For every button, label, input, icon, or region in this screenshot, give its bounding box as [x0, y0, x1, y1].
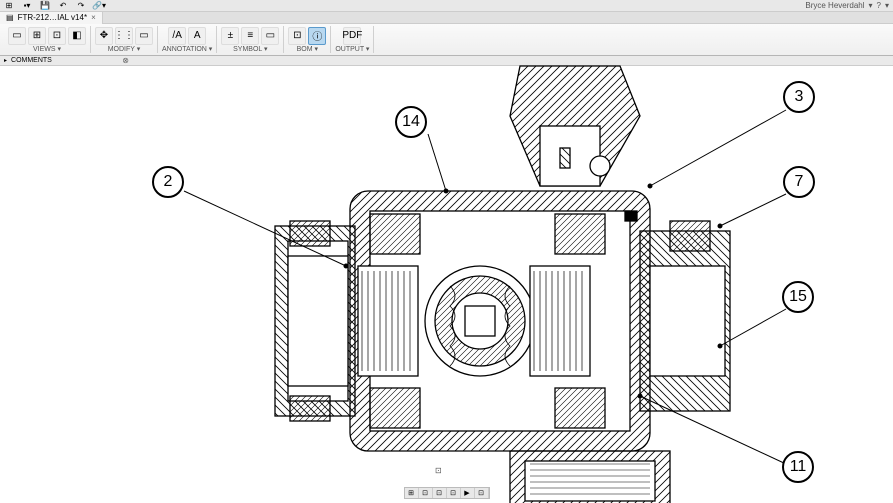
ribbon-button[interactable]: ✥	[95, 27, 113, 45]
redo-icon[interactable]: ↷	[76, 1, 86, 11]
drawing-canvas[interactable]: 142371511 ⊡ ⊞⊡⊡⊡▶⊡	[0, 66, 893, 503]
balloon-14[interactable]: 14	[395, 106, 427, 138]
view-control-button[interactable]: ⊞	[405, 488, 419, 498]
ribbon-button[interactable]: ▭	[8, 27, 26, 45]
ribbon-group-annotation: /AAANNOTATION ▾	[158, 26, 217, 53]
ribbon: ▭⊞⊡◧VIEWS ▾✥⋮⋮▭MODIFY ▾/AAANNOTATION ▾±≡…	[0, 24, 893, 56]
save-icon[interactable]: 💾	[40, 1, 50, 11]
ribbon-button[interactable]: A	[188, 27, 206, 45]
ribbon-group-modify: ✥⋮⋮▭MODIFY ▾	[91, 26, 158, 53]
ribbon-button[interactable]: ⓘ	[308, 27, 326, 45]
undo-icon[interactable]: ↶	[58, 1, 68, 11]
ribbon-button[interactable]: ≡	[241, 27, 259, 45]
ribbon-group-label[interactable]: VIEWS ▾	[33, 45, 61, 53]
ribbon-button[interactable]: PDF	[343, 27, 361, 45]
ribbon-group-label[interactable]: SYMBOL ▾	[233, 45, 267, 53]
balloon-3[interactable]: 3	[783, 81, 815, 113]
ribbon-button[interactable]: /A	[168, 27, 186, 45]
ribbon-group-label[interactable]: BOM ▾	[297, 45, 318, 53]
ribbon-group-bom: ⊡ⓘBOM ▾	[284, 26, 331, 53]
ribbon-button[interactable]: ±	[221, 27, 239, 45]
comments-label: COMMENTS	[11, 57, 52, 64]
link-icon[interactable]: 🔗▾	[94, 1, 104, 11]
comments-bar[interactable]: ▸ COMMENTS ⊗	[0, 56, 893, 66]
balloon-7[interactable]: 7	[783, 166, 815, 198]
view-control-button[interactable]: ⊡	[447, 488, 461, 498]
comments-toggle-icon[interactable]: ▸	[4, 57, 7, 64]
tab-close-icon[interactable]: ×	[91, 13, 96, 22]
balloon-15[interactable]: 15	[782, 281, 814, 313]
ribbon-button[interactable]: ▭	[135, 27, 153, 45]
ribbon-group-label[interactable]: OUTPUT ▾	[335, 45, 369, 53]
user-dropdown-icon[interactable]: ▾	[869, 1, 873, 10]
ribbon-group-symbol: ±≡▭SYMBOL ▾	[217, 26, 284, 53]
balloon-2[interactable]: 2	[152, 166, 184, 198]
view-control-button[interactable]: ▶	[461, 488, 475, 498]
view-control-button[interactable]: ⊡	[433, 488, 447, 498]
ribbon-group-views: ▭⊞⊡◧ VIEWS ▾	[4, 26, 91, 53]
bottom-toolbar: ⊞⊡⊡⊡▶⊡	[404, 487, 490, 499]
titlebar: ⊞ ▪▾ 💾 ↶ ↷ 🔗▾ Bryce Heverdahl ▾ ? ▾	[0, 0, 893, 12]
document-tab[interactable]: ▤ FTR-212…IAL v14* ×	[0, 12, 103, 24]
origin-marker: ⊡	[435, 466, 442, 475]
ribbon-group-label[interactable]: ANNOTATION ▾	[162, 45, 212, 53]
ribbon-button[interactable]: ▭	[261, 27, 279, 45]
ribbon-group-output: PDFOUTPUT ▾	[331, 26, 374, 53]
file-icon[interactable]: ▪▾	[22, 1, 32, 11]
ribbon-button[interactable]: ⊞	[28, 27, 46, 45]
user-name[interactable]: Bryce Heverdahl	[805, 1, 864, 10]
view-control-button[interactable]: ⊡	[419, 488, 433, 498]
help-icon[interactable]: ?	[877, 1, 881, 10]
tab-doc-icon: ▤	[6, 13, 14, 22]
comments-close-icon[interactable]: ⊗	[122, 56, 129, 65]
mechanical-drawing	[0, 66, 893, 503]
app-menu-icon[interactable]: ⊞	[4, 1, 14, 11]
ribbon-button[interactable]: ◧	[68, 27, 86, 45]
ribbon-group-label[interactable]: MODIFY ▾	[108, 45, 141, 53]
ribbon-button[interactable]: ⊡	[288, 27, 306, 45]
tabbar: ▤ FTR-212…IAL v14* ×	[0, 12, 893, 24]
balloon-11[interactable]: 11	[782, 451, 814, 483]
view-control-button[interactable]: ⊡	[475, 488, 489, 498]
ribbon-button[interactable]: ⋮⋮	[115, 27, 133, 45]
ribbon-button[interactable]: ⊡	[48, 27, 66, 45]
tab-label: FTR-212…IAL v14*	[18, 13, 88, 22]
more-dropdown-icon[interactable]: ▾	[885, 1, 889, 10]
